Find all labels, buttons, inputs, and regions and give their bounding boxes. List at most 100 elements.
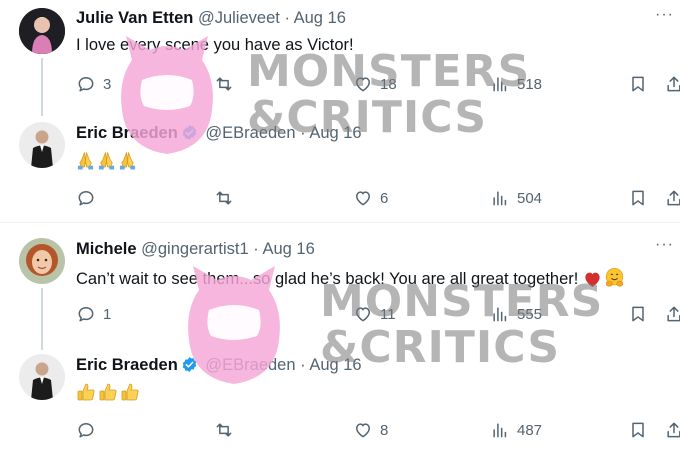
thumbs-up-icon (77, 383, 95, 401)
retweet-icon (216, 191, 232, 205)
reply-icon (78, 191, 94, 206)
author-handle[interactable]: @EBraeden (205, 356, 295, 374)
tweet-text: I love every scene you have as Victor! (76, 36, 354, 54)
tweet-eric-2[interactable]: Eric Braeden @EBraeden · Aug 16 8 487 (0, 344, 680, 450)
author-name[interactable]: Julie Van Etten (76, 9, 193, 27)
reply-count: 3 (103, 75, 112, 93)
author-name[interactable]: Eric Braeden (76, 124, 178, 142)
share-icon (667, 190, 680, 206)
tweet-text-line: Can’t wait to see them...so glad he’s ba… (76, 267, 627, 289)
retweet-button[interactable] (214, 418, 241, 442)
tweet-date[interactable]: Aug 16 (262, 240, 314, 258)
tweet-actions: 1 11 555 (76, 302, 680, 326)
heart-icon (356, 77, 370, 92)
share-button[interactable] (664, 72, 680, 96)
tweet-text: Can’t wait to see them...so glad he’s ba… (76, 270, 579, 288)
views-button[interactable]: 487 (490, 418, 542, 442)
like-count: 8 (380, 421, 389, 439)
folded-hands-icon (77, 152, 94, 170)
tweet-date[interactable]: Aug 16 (294, 9, 346, 27)
reply-button[interactable] (76, 186, 103, 210)
author-name[interactable]: Michele (76, 240, 137, 258)
view-count: 504 (517, 189, 543, 207)
tweet-michele[interactable]: Michele @gingerartist1 · Aug 16 ··· Can’… (0, 230, 680, 350)
tweet-emojis (76, 382, 142, 403)
like-button[interactable]: 11 (353, 302, 396, 326)
tweet-julie[interactable]: Julie Van Etten @Julieveet · Aug 16 ··· … (0, 0, 680, 116)
bookmark-icon (632, 76, 644, 92)
reply-count: 1 (103, 305, 112, 323)
bookmark-icon (632, 190, 644, 206)
tweet-header: Julie Van Etten @Julieveet · Aug 16 (76, 9, 346, 28)
heart-icon (356, 307, 370, 322)
retweet-button[interactable] (214, 186, 241, 210)
bookmark-button[interactable] (628, 72, 648, 96)
share-icon (667, 422, 680, 438)
share-icon (667, 306, 680, 322)
share-button[interactable] (664, 418, 680, 442)
tweet-eric-1[interactable]: Eric Braeden @EBraeden · Aug 16 6 504 (0, 108, 680, 216)
reply-button[interactable]: 1 (76, 302, 111, 326)
bookmark-button[interactable] (628, 418, 648, 442)
tweet-header: Eric Braeden @EBraeden · Aug 16 (76, 356, 362, 375)
view-count: 555 (517, 305, 543, 323)
retweet-button[interactable] (214, 72, 241, 96)
red-heart-icon (585, 272, 600, 287)
views-icon (493, 423, 507, 438)
views-icon (493, 191, 507, 206)
separator-dot: · (300, 124, 306, 142)
avatar-eric[interactable] (19, 354, 65, 400)
bookmark-icon (632, 422, 644, 438)
author-name[interactable]: Eric Braeden (76, 356, 178, 374)
avatar-julie[interactable] (19, 8, 65, 54)
views-button[interactable]: 518 (490, 72, 542, 96)
folded-hands-icon (119, 152, 136, 170)
views-button[interactable]: 555 (490, 302, 542, 326)
reply-icon (78, 307, 94, 322)
views-button[interactable]: 504 (490, 186, 542, 210)
like-button[interactable]: 8 (353, 418, 388, 442)
like-button[interactable]: 18 (353, 72, 397, 96)
retweet-icon (216, 307, 232, 321)
reply-icon (78, 77, 94, 92)
like-button[interactable]: 6 (353, 186, 388, 210)
thread-line (41, 288, 43, 350)
bookmark-button[interactable] (628, 302, 648, 326)
retweet-button[interactable] (214, 302, 241, 326)
verified-badge-icon (182, 357, 197, 372)
like-count: 6 (380, 189, 389, 207)
bookmark-icon (632, 306, 644, 322)
like-count: 18 (380, 75, 397, 93)
tweet-header: Eric Braeden @EBraeden · Aug 16 (76, 124, 362, 143)
retweet-icon (216, 77, 232, 91)
share-button[interactable] (664, 186, 680, 210)
reply-icon (78, 423, 94, 438)
share-button[interactable] (664, 302, 680, 326)
tweet-header: Michele @gingerartist1 · Aug 16 (76, 240, 315, 259)
bookmark-button[interactable] (628, 186, 648, 210)
avatar-eric[interactable] (19, 122, 65, 168)
separator-dot: · (253, 240, 259, 258)
author-handle[interactable]: @Julieveet (198, 9, 280, 27)
more-options-icon[interactable]: ··· (655, 6, 674, 24)
folded-hands-icon (98, 152, 115, 170)
heart-icon (356, 191, 370, 206)
view-count: 487 (517, 421, 543, 439)
author-handle[interactable]: @EBraeden (205, 124, 295, 142)
views-icon (493, 77, 507, 92)
heart-icon (356, 423, 370, 438)
tweet-actions: 8 487 (76, 418, 680, 442)
more-options-icon[interactable]: ··· (655, 236, 674, 254)
thumbs-up-icon (99, 383, 117, 401)
thumbs-up-icon (121, 383, 139, 401)
avatar-michele[interactable] (19, 238, 65, 284)
tweet-emojis (76, 150, 139, 171)
author-handle[interactable]: @gingerartist1 (141, 240, 249, 258)
tweet-date[interactable]: Aug 16 (309, 356, 361, 374)
verified-badge-icon (182, 125, 197, 140)
tweet-date[interactable]: Aug 16 (309, 124, 361, 142)
reply-button[interactable] (76, 418, 103, 442)
thread-separator (0, 222, 680, 223)
reply-button[interactable]: 3 (76, 72, 111, 96)
like-count: 11 (380, 305, 396, 323)
